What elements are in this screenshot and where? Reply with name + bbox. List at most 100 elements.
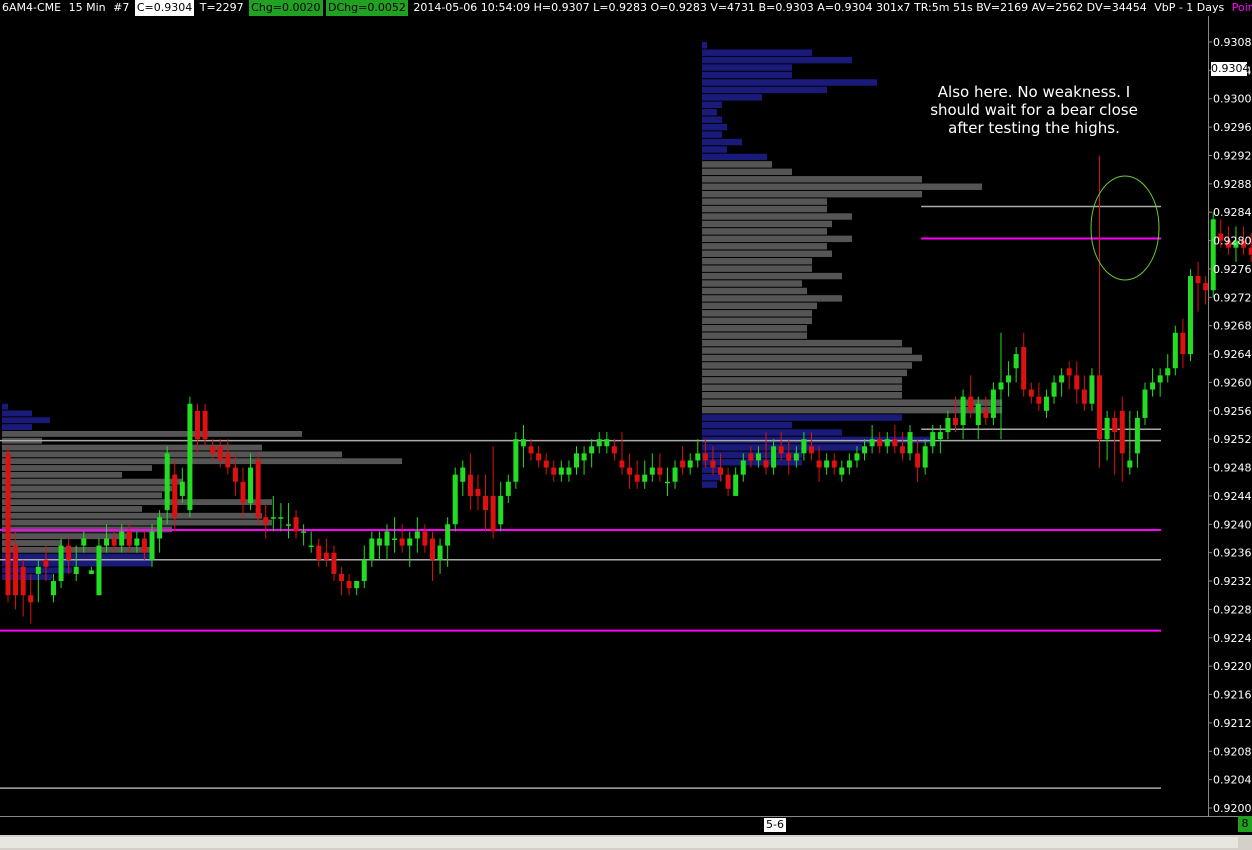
candle-body [1028, 389, 1034, 397]
candle-body [710, 460, 716, 468]
candle-body [354, 581, 360, 589]
candle-body [543, 460, 549, 468]
candle-body [5, 453, 11, 596]
candle-body [66, 545, 72, 560]
index-label: #7 [113, 1, 130, 14]
scrollbar-thumb[interactable] [0, 837, 1238, 848]
candle-body [854, 453, 860, 461]
candle-body [1112, 417, 1118, 433]
symbol-label: 6AM4-CME [2, 1, 62, 14]
profile-bar [702, 310, 812, 317]
candle-body [81, 538, 87, 546]
candle-body [945, 417, 951, 433]
profile-bar [702, 257, 812, 265]
profile-bar [2, 506, 142, 512]
candle-body [846, 460, 852, 468]
candle-body [96, 545, 102, 596]
candle-body [953, 417, 958, 425]
candle-body [1127, 460, 1133, 468]
candle-body [505, 481, 511, 496]
profile-bar [702, 228, 827, 235]
candle-body [816, 460, 822, 468]
candle-body [248, 467, 254, 504]
time-axis[interactable] [0, 816, 1252, 835]
candle-body [270, 517, 276, 519]
candle-body [141, 538, 147, 553]
session-marker: 5-6 [764, 818, 786, 832]
candle-body [725, 474, 731, 489]
candle-body [1157, 375, 1163, 383]
candle-body [422, 531, 428, 546]
close-price-badge: C=0.9304 [134, 0, 195, 16]
horizontal-scrollbar[interactable] [0, 835, 1252, 850]
scroll-end-button[interactable]: 8 [1238, 816, 1252, 832]
candle-body [210, 446, 216, 454]
candle-body [202, 410, 208, 440]
candle-body [1059, 375, 1065, 383]
candle-body [619, 460, 625, 468]
candle-body [1104, 417, 1110, 440]
price-axis[interactable] [1208, 16, 1252, 816]
profile-bar [702, 406, 1002, 414]
candle-body [1165, 368, 1171, 376]
candle-body [1074, 375, 1080, 390]
candle-body [930, 432, 936, 447]
profile-bar [2, 553, 152, 560]
candle-body [50, 581, 56, 596]
candle-body [718, 467, 724, 475]
candle-body [13, 545, 19, 596]
candle-body [1142, 389, 1148, 418]
candle-body [346, 581, 352, 589]
profile-bar [702, 414, 902, 421]
profile-bar [702, 339, 902, 347]
profile-bar [702, 49, 812, 56]
candle-body [520, 439, 526, 447]
profile-bar [2, 560, 152, 567]
profile-bar [702, 161, 772, 168]
profile-bar [2, 492, 162, 499]
candle-body [1187, 276, 1193, 355]
profile-bar [2, 512, 262, 519]
profile-bar [702, 272, 842, 280]
candle-body [104, 538, 110, 546]
candle-body [831, 460, 837, 468]
interval-label: 15 Min [68, 1, 106, 14]
candle-body [763, 460, 769, 468]
candle-body [915, 453, 921, 468]
profile-bar [2, 471, 122, 478]
candle-body [839, 467, 845, 475]
candle-body [1180, 332, 1186, 355]
candle-body [73, 566, 79, 574]
profile-bar [702, 64, 792, 71]
candle-body [1089, 375, 1095, 404]
profile-bar [2, 478, 182, 485]
candle-body [1150, 382, 1156, 390]
candle-body [975, 403, 981, 425]
candle-body [293, 517, 299, 532]
candle-body [922, 446, 928, 468]
candle-body [460, 467, 466, 482]
profile-bar [702, 146, 727, 153]
candle-body [376, 538, 382, 546]
profile-bar [2, 451, 342, 458]
highlight-ellipse [1090, 175, 1160, 281]
candle-body [627, 467, 633, 475]
candle-body [536, 453, 542, 461]
candle-body [28, 595, 34, 603]
candle-body [414, 531, 420, 539]
profile-bar [2, 417, 50, 424]
change-badge: Chg=0.0020 [249, 0, 323, 16]
profile-bar [702, 198, 827, 205]
candle-body [687, 460, 693, 468]
profile-bar [702, 377, 902, 384]
profile-bar [702, 71, 792, 79]
candle-body [195, 410, 200, 440]
profile-bar [702, 109, 717, 116]
profile-bar [2, 458, 402, 465]
profile-bar [702, 205, 827, 213]
candle-body [1066, 368, 1072, 376]
chart-header-bar: 6AM4-CME 15 Min #7 C=0.9304 T=2297 Chg=0… [0, 0, 1252, 16]
candle-body [778, 446, 784, 454]
candle-body [43, 559, 49, 567]
candle-body [574, 453, 579, 468]
